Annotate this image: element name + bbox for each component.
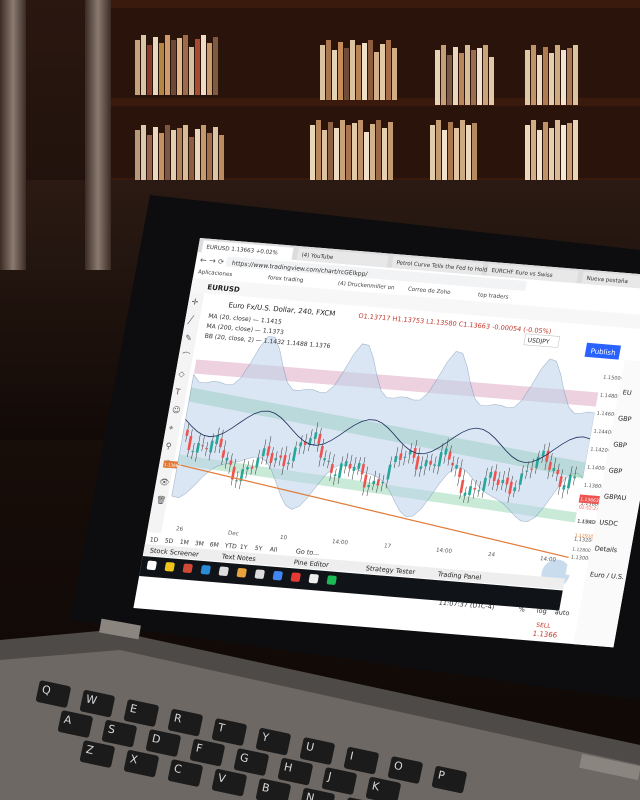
candle-body — [201, 445, 205, 447]
library-scene: EURUSD 1.13663 +0.02% (4) YouTube Petrol C… — [0, 0, 640, 800]
candle-body — [501, 479, 505, 484]
candle-body — [403, 456, 407, 458]
range-button[interactable]: 3M — [194, 540, 204, 548]
screen-display: EURUSD 1.13663 +0.02%(4) YouTubePetrol C… — [133, 238, 640, 648]
watchlist-item[interactable]: EU — [622, 388, 632, 397]
time-tick: Dec — [227, 531, 239, 538]
candle-body — [246, 467, 250, 470]
candle-body — [234, 480, 238, 482]
taskbar-app-icon[interactable] — [308, 573, 319, 584]
candle-body — [433, 464, 437, 466]
laptop: EURUSD 1.13663 +0.02%(4) YouTubePetrol C… — [0, 195, 640, 800]
candle-body — [274, 458, 278, 461]
drawing-tool-icon[interactable]: ⌒ — [181, 351, 191, 361]
candle-body — [191, 450, 195, 453]
range-button[interactable]: 1M — [179, 539, 189, 547]
candle-body — [473, 487, 477, 490]
taskbar-app-icon[interactable] — [164, 562, 175, 572]
range-button[interactable]: 1D — [149, 536, 159, 544]
range-button[interactable]: 1Y — [239, 544, 248, 552]
taskbar-app-icon[interactable] — [290, 572, 301, 582]
keyboard-key-label: N — [305, 790, 316, 800]
candle-body — [333, 474, 337, 477]
taskbar-app-icon[interactable] — [254, 569, 265, 579]
candle-body — [530, 468, 534, 470]
taskbar-app-icon[interactable] — [182, 563, 193, 574]
range-button[interactable]: 5D — [164, 538, 174, 546]
taskbar-app-icon[interactable] — [218, 566, 229, 576]
candle-body — [419, 466, 423, 469]
drawing-tool-icon[interactable]: 🗑 — [155, 495, 167, 505]
candle-body — [381, 481, 385, 484]
watchlist-item[interactable]: GBP — [617, 414, 632, 423]
watchlist-item[interactable]: GBP — [613, 440, 628, 449]
candle-body — [286, 462, 290, 465]
range-button[interactable]: 5Y — [254, 545, 263, 553]
taskbar-app-icon[interactable] — [146, 560, 157, 571]
taskbar-app-icon[interactable] — [236, 568, 247, 578]
watchlist-item[interactable]: USDC — [599, 518, 619, 527]
candle-body — [250, 466, 254, 469]
candle-body — [463, 492, 467, 496]
candle-body — [573, 476, 577, 479]
candle-body — [205, 447, 209, 450]
candle-body — [327, 460, 331, 462]
range-button[interactable]: 6M — [209, 541, 219, 549]
candle-body — [477, 490, 481, 492]
candle-body — [279, 455, 283, 458]
candle-body — [451, 462, 455, 466]
taskbar-app-icon[interactable] — [326, 575, 337, 585]
candle-body — [367, 484, 371, 488]
watchlist-item[interactable]: GBP — [608, 466, 623, 475]
candle-body — [525, 470, 529, 472]
range-button[interactable]: YTD — [223, 542, 238, 550]
drawing-tool-icon[interactable]: ☺ — [171, 405, 181, 415]
candle-body — [323, 458, 327, 461]
drawing-tool-icon[interactable]: 👁 — [158, 477, 170, 487]
taskbar-app-icon[interactable] — [200, 565, 211, 575]
candle-body — [552, 467, 556, 472]
taskbar-app-icon[interactable] — [272, 570, 283, 581]
candle-body — [225, 457, 229, 461]
